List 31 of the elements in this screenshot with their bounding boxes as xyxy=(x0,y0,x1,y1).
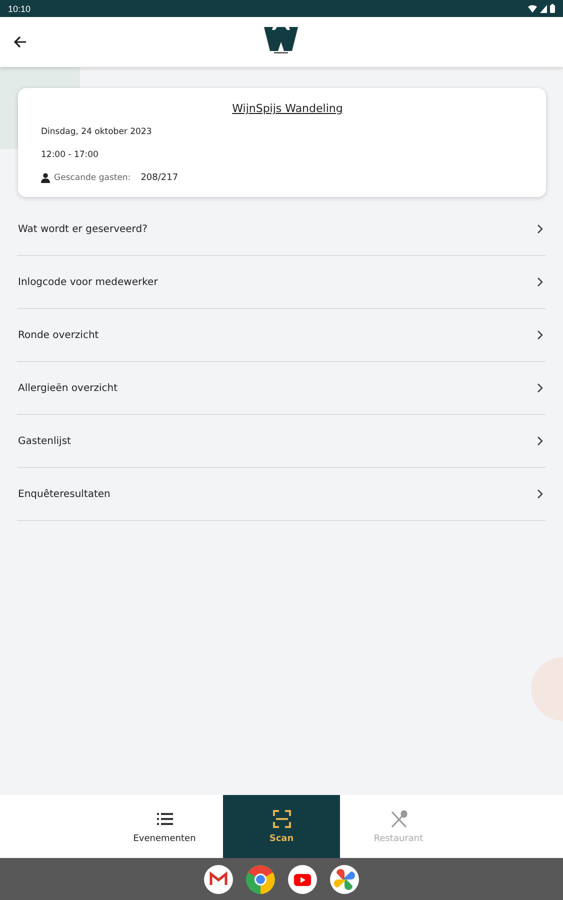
scan-icon xyxy=(272,810,290,828)
menu-item[interactable]: Allergieën overzicht xyxy=(17,362,546,415)
cutlery-icon xyxy=(390,810,408,828)
event-date: Dinsdag, 24 oktober 2023 xyxy=(41,127,153,137)
event-time: 12:00 - 17:00 xyxy=(41,150,100,160)
chevron-right-icon xyxy=(536,383,544,393)
battery-icon xyxy=(550,4,555,13)
logo-icon xyxy=(264,25,298,55)
event-title[interactable]: WijnSpijs Wandeling xyxy=(232,102,343,115)
mail-icon[interactable] xyxy=(204,864,233,894)
nav-tab[interactable]: Scan xyxy=(223,795,340,858)
chevron-right-icon xyxy=(536,489,544,499)
guests-count: 208/217 xyxy=(140,173,178,183)
back-arrow-icon[interactable] xyxy=(12,34,28,50)
person-icon xyxy=(41,173,50,183)
menu-item[interactable]: Ronde overzicht xyxy=(17,309,546,362)
video-play-icon[interactable] xyxy=(288,864,317,894)
menu-item[interactable]: Enquêteresultaten xyxy=(17,468,546,521)
signal-icon xyxy=(540,4,547,12)
status-time: 10:10 xyxy=(8,4,31,14)
menu-item[interactable]: Inlogcode voor medewerker xyxy=(17,256,546,309)
guests-label: Gescande gasten: xyxy=(54,173,131,183)
chevron-right-icon xyxy=(536,436,544,446)
browser-icon[interactable] xyxy=(246,864,275,894)
menu-item[interactable]: Wat wordt er geserveerd? xyxy=(17,203,546,256)
pinwheel-icon[interactable] xyxy=(330,864,359,894)
chevron-right-icon xyxy=(536,224,544,234)
menu-item[interactable]: Gastenlijst xyxy=(17,415,546,468)
chevron-right-icon xyxy=(536,277,544,287)
chevron-right-icon xyxy=(536,330,544,340)
wifi-icon xyxy=(528,4,537,12)
